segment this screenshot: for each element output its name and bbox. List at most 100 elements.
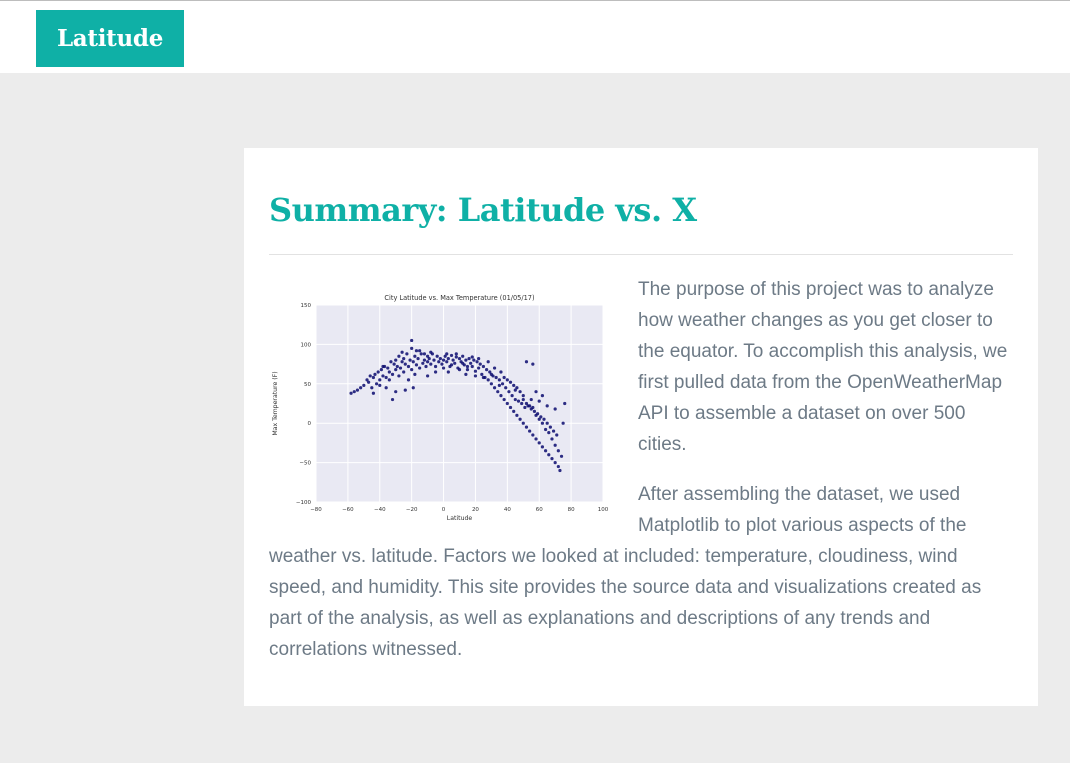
- data-point: [421, 361, 425, 365]
- data-point: [359, 386, 363, 390]
- y-tick-label: −50: [299, 461, 311, 467]
- data-point: [508, 405, 513, 410]
- data-point: [553, 461, 557, 465]
- data-point: [432, 358, 436, 362]
- x-tick-label: 100: [598, 507, 609, 513]
- data-point: [457, 356, 462, 361]
- data-point: [370, 386, 374, 390]
- data-point: [414, 363, 419, 367]
- data-point: [500, 382, 505, 386]
- data-point: [531, 405, 535, 410]
- x-tick-label: 80: [568, 507, 575, 513]
- data-point: [505, 378, 509, 382]
- data-point: [516, 399, 521, 403]
- data-point: [534, 437, 538, 441]
- data-point: [453, 361, 457, 365]
- data-point: [379, 368, 383, 372]
- data-point: [422, 358, 427, 362]
- data-point: [427, 356, 431, 361]
- data-point: [413, 354, 417, 358]
- data-point: [505, 401, 509, 406]
- data-point: [437, 360, 441, 364]
- data-point: [433, 364, 438, 369]
- data-point: [429, 350, 433, 354]
- data-point: [553, 443, 557, 447]
- page-title: Summary: Latitude vs. X: [269, 191, 697, 229]
- data-point: [521, 421, 525, 425]
- data-point: [499, 370, 503, 374]
- data-point: [523, 405, 527, 410]
- data-point: [454, 355, 458, 359]
- data-point: [394, 390, 398, 394]
- data-point: [489, 382, 493, 386]
- data-point: [532, 409, 537, 413]
- data-point: [371, 375, 375, 380]
- data-point: [424, 364, 428, 369]
- y-tick-label: 100: [301, 342, 312, 348]
- data-point: [376, 370, 380, 374]
- data-point: [481, 364, 486, 369]
- scatter-chart: −80 −60 −40 −20 0 20 40 60 80 100 −100 −50 0 50 100 150…: [272, 294, 609, 522]
- data-point: [540, 421, 545, 425]
- data-point: [547, 453, 551, 457]
- data-point: [524, 401, 529, 406]
- data-point: [410, 368, 414, 372]
- data-point: [486, 378, 490, 382]
- data-point: [556, 464, 560, 469]
- data-point: [386, 366, 390, 370]
- x-axis-label: Latitude: [447, 515, 473, 522]
- data-point: [534, 390, 538, 394]
- data-point: [394, 358, 398, 362]
- data-point: [362, 383, 366, 387]
- data-point: [352, 390, 356, 394]
- data-point: [470, 355, 474, 359]
- data-point: [410, 338, 414, 343]
- data-point: [544, 449, 548, 453]
- data-point: [529, 397, 533, 402]
- brand-link[interactable]: Latitude: [36, 10, 184, 67]
- data-point: [422, 352, 427, 356]
- x-tick-label: −40: [374, 507, 386, 513]
- data-point: [559, 454, 564, 458]
- chart-title: City Latitude vs. Max Temperature (01/05…: [384, 294, 534, 302]
- data-point: [378, 383, 382, 387]
- data-point: [545, 404, 549, 408]
- data-point: [547, 431, 551, 435]
- data-point: [397, 374, 401, 378]
- summary-card: Summary: Latitude vs. X −80 −60 −40 −20 0 20 4…: [244, 148, 1038, 706]
- data-point: [528, 429, 532, 433]
- data-point: [497, 383, 501, 387]
- data-point: [433, 370, 438, 374]
- data-point: [470, 364, 474, 369]
- data-point: [405, 352, 409, 356]
- data-point: [446, 370, 450, 374]
- data-point: [531, 433, 535, 437]
- data-point: [528, 404, 532, 408]
- plot-area: [316, 305, 603, 502]
- data-point: [413, 372, 417, 376]
- data-point: [395, 364, 399, 369]
- data-point: [531, 362, 535, 366]
- scatter-chart-figure[interactable]: −80 −60 −40 −20 0 20 40 60 80 100 −100 −50 0 50 100 150…: [269, 282, 611, 524]
- data-point: [406, 378, 411, 382]
- data-point: [469, 361, 473, 365]
- data-point: [390, 372, 395, 376]
- data-point: [550, 437, 554, 441]
- data-point: [403, 362, 407, 366]
- y-axis-label: Max Temperature (F): [272, 371, 279, 435]
- data-point: [426, 360, 430, 364]
- data-point: [384, 375, 388, 380]
- data-point: [446, 356, 450, 361]
- data-point: [520, 401, 524, 406]
- data-point: [561, 421, 565, 425]
- data-point: [502, 397, 506, 402]
- data-point: [355, 388, 360, 392]
- data-point: [499, 394, 503, 398]
- data-point: [478, 362, 482, 366]
- data-point: [537, 441, 541, 445]
- data-point: [390, 397, 395, 402]
- data-point: [494, 375, 498, 380]
- data-point: [445, 360, 449, 364]
- data-point: [497, 378, 501, 382]
- data-point: [507, 390, 511, 394]
